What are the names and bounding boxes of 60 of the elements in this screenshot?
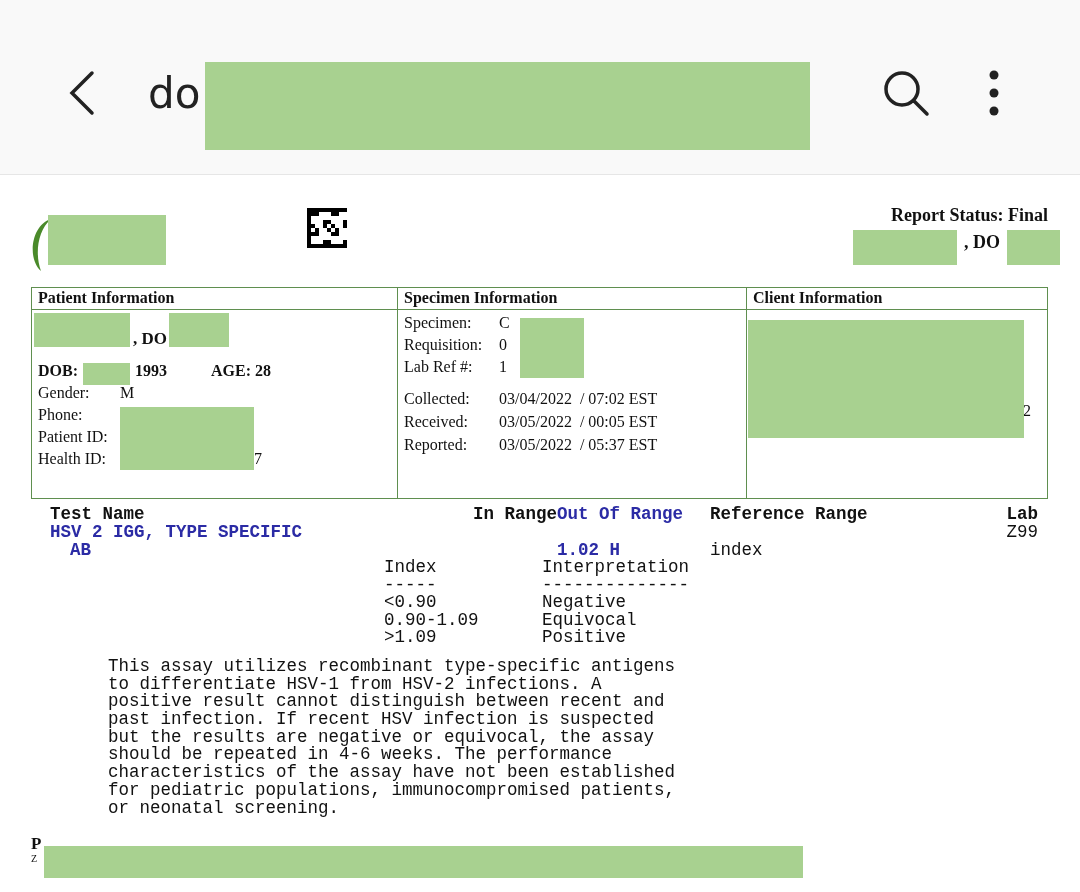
column-header: Test Name bbox=[50, 505, 146, 523]
field-value: 03/05/2022 / 05:37 EST bbox=[499, 436, 658, 455]
table-cell-text: Equivocal bbox=[542, 611, 638, 630]
section-heading: Client Information bbox=[747, 288, 1047, 310]
table-header: Interpretation bbox=[542, 559, 690, 577]
search-icon[interactable] bbox=[882, 69, 930, 117]
redaction-block bbox=[1007, 230, 1060, 265]
field-label: Collected: bbox=[404, 390, 471, 409]
field-value: 0 bbox=[499, 336, 507, 355]
table-cell-text: <0.90 bbox=[384, 594, 438, 612]
column-header: Out Of Range bbox=[557, 505, 685, 523]
report-status: Report Status: Final bbox=[891, 205, 1048, 226]
field-label: Received: bbox=[404, 413, 469, 432]
column-header: Reference Range bbox=[710, 505, 869, 523]
result-value: 1.02 H bbox=[557, 540, 620, 560]
field-label: Health ID: bbox=[38, 450, 107, 469]
redaction-block bbox=[169, 313, 229, 347]
table-header: Index bbox=[384, 559, 438, 577]
reference-range: index bbox=[710, 541, 764, 559]
footer-text: P bbox=[31, 834, 42, 854]
field-label: Phone: bbox=[38, 406, 84, 425]
physician-name: , DO bbox=[964, 232, 1000, 253]
field-label: DOB: bbox=[38, 362, 78, 381]
dob-value: 1993 bbox=[135, 362, 167, 381]
section-heading: Patient Information bbox=[32, 288, 397, 310]
field-value: 1 bbox=[499, 358, 507, 377]
table-cell-text: 0.90-1.09 bbox=[384, 611, 480, 630]
table-rule: ----- bbox=[384, 576, 438, 595]
document-title: do bbox=[148, 68, 201, 118]
field-value: C bbox=[499, 314, 510, 333]
field-label: Lab Ref #: bbox=[404, 358, 474, 377]
redaction-block bbox=[83, 363, 130, 385]
logo-icon bbox=[31, 219, 51, 271]
field-value: 03/04/2022 / 07:02 EST bbox=[499, 390, 658, 409]
field-value: 7 bbox=[254, 450, 262, 469]
table-cell-text: >1.09 bbox=[384, 629, 438, 647]
field-value: 03/05/2022 / 00:05 EST bbox=[499, 413, 658, 432]
table-cell-text: Negative bbox=[542, 594, 626, 612]
field-label: Reported: bbox=[404, 436, 469, 456]
field-value: M bbox=[120, 384, 135, 403]
more-icon[interactable] bbox=[988, 69, 1000, 117]
patient-name: , DO bbox=[133, 329, 167, 349]
section-heading: Specimen Information bbox=[398, 288, 746, 310]
note-paragraph: This assay utilizes recombinant type-specific antigens to differentiate HSV-1 from HSV-2 infections. A positive result cannot distinguish between recent and past infection. If recent HSV infection is suspected but the results are negative or equivocal, the assay should be repeated in 4-6 weeks. The performance characteristics of the assay have not been established for pediatric populations, immunocompromised patients, or neonatal screening. bbox=[108, 657, 676, 818]
field-label: Gender: bbox=[38, 384, 91, 403]
table-cell-text: Positive bbox=[542, 629, 626, 647]
redaction-block bbox=[520, 318, 584, 378]
column-header: In Range bbox=[472, 505, 557, 523]
footer-text: Z bbox=[31, 853, 38, 865]
analyte-name: AB bbox=[70, 540, 91, 560]
client-text: 2 bbox=[1023, 402, 1031, 419]
lab-code: Z99 bbox=[1006, 523, 1038, 541]
barcode-icon bbox=[307, 207, 347, 249]
field-label: Requisition: bbox=[404, 336, 484, 356]
field-label: Patient ID: bbox=[38, 428, 109, 447]
age-value: AGE: 28 bbox=[211, 362, 271, 381]
field-label: Specimen: bbox=[404, 314, 473, 334]
table-rule: -------------- bbox=[542, 576, 690, 595]
column-header: Lab bbox=[1006, 505, 1038, 523]
test-name: HSV 2 IGG, TYPE SPECIFIC bbox=[50, 522, 303, 542]
